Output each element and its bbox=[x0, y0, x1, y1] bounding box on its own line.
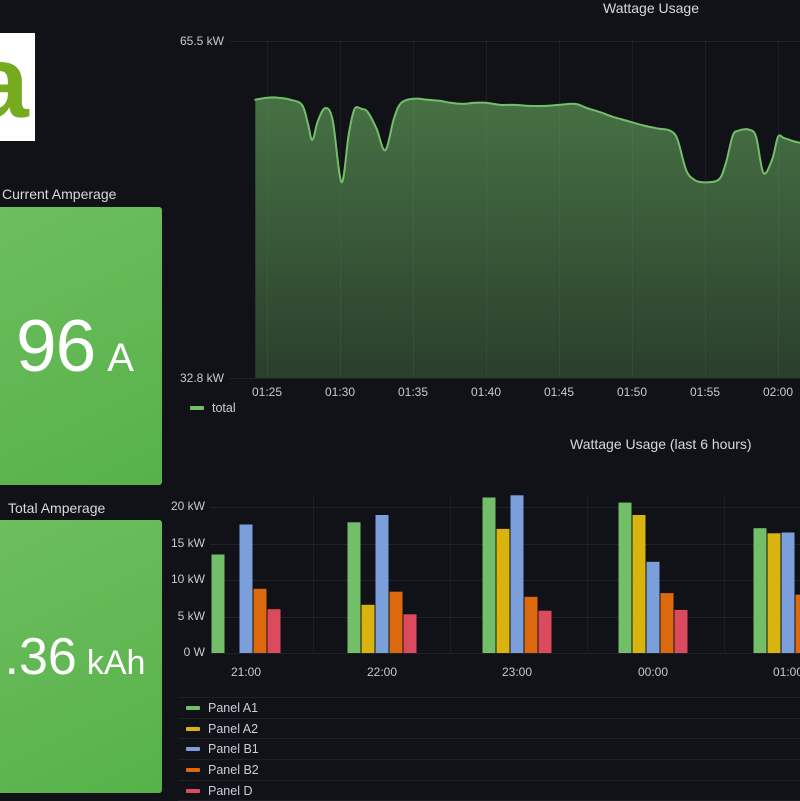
legend-item-panel-d[interactable]: Panel D bbox=[178, 780, 800, 801]
x-axis-label: 01:35 bbox=[391, 385, 435, 399]
bar-panel-b2-21:00[interactable] bbox=[254, 589, 267, 653]
stat-text: .36 kAh bbox=[5, 627, 146, 687]
dashboard: a Current Amperage 96 A Total Amperage .… bbox=[0, 0, 800, 800]
gridline-horizontal bbox=[230, 378, 800, 379]
legend-label: Panel A1 bbox=[208, 701, 258, 715]
area-fill-total bbox=[255, 97, 800, 378]
bar-panel-a1-21:00[interactable] bbox=[212, 555, 225, 654]
y-axis-label: 20 kW bbox=[150, 499, 205, 513]
bar-panel-b1-01:00[interactable] bbox=[782, 533, 795, 654]
bar-panel-a2-00:00[interactable] bbox=[633, 515, 646, 653]
legend-marker bbox=[186, 789, 200, 793]
legend-label: Panel A2 bbox=[208, 722, 258, 736]
legend-label: Panel B2 bbox=[208, 763, 259, 777]
bar-panel-b2-01:00[interactable] bbox=[796, 595, 800, 653]
panel-title-wattage-usage-6h[interactable]: Wattage Usage (last 6 hours) bbox=[570, 436, 752, 452]
logo-letter: a bbox=[0, 33, 29, 133]
bar-chart-legend: Panel A1 Panel A2 Panel B1 Panel B2 Panel D bbox=[178, 697, 800, 801]
y-axis-label-max: 65.5 kW bbox=[178, 34, 224, 48]
x-axis-label: 00:00 bbox=[631, 665, 675, 679]
logo: a bbox=[0, 33, 35, 141]
bar-panel-d-22:00[interactable] bbox=[404, 614, 417, 653]
gridline-horizontal bbox=[210, 653, 800, 654]
legend-marker bbox=[186, 768, 200, 772]
x-axis-label: 01:45 bbox=[537, 385, 581, 399]
stat-panel-total-amperage: .36 kAh bbox=[0, 520, 162, 793]
bar-panel-a2-22:00[interactable] bbox=[362, 605, 375, 653]
bar-panel-d-23:00[interactable] bbox=[539, 611, 552, 653]
bar-panel-a1-00:00[interactable] bbox=[619, 503, 632, 653]
legend-item-panel-a1[interactable]: Panel A1 bbox=[178, 697, 800, 718]
legend-label-total: total bbox=[212, 401, 236, 415]
legend-label: Panel D bbox=[208, 784, 252, 798]
bar-panel-a1-23:00[interactable] bbox=[483, 498, 496, 654]
bar-panel-d-21:00[interactable] bbox=[268, 609, 281, 653]
x-axis-label: 22:00 bbox=[360, 665, 404, 679]
legend-label: Panel B1 bbox=[208, 742, 259, 756]
y-axis-label: 10 kW bbox=[150, 572, 205, 586]
y-axis-label-min: 32.8 kW bbox=[178, 371, 224, 385]
bar-panel-b2-22:00[interactable] bbox=[390, 592, 403, 653]
legend-item-panel-a2[interactable]: Panel A2 bbox=[178, 718, 800, 739]
bar-panel-a2-23:00[interactable] bbox=[497, 529, 510, 653]
stat-unit: A bbox=[107, 336, 134, 381]
bar-panel-b1-23:00[interactable] bbox=[511, 495, 524, 653]
stat-unit: kAh bbox=[87, 644, 146, 683]
legend-marker-total bbox=[190, 406, 204, 410]
bar-panel-b2-00:00[interactable] bbox=[661, 593, 674, 653]
legend-item-panel-b2[interactable]: Panel B2 bbox=[178, 759, 800, 780]
panel-title-total-amperage[interactable]: Total Amperage bbox=[8, 500, 105, 516]
panel-title-current-amperage[interactable]: Current Amperage bbox=[2, 186, 116, 202]
x-axis-label: 01:50 bbox=[610, 385, 654, 399]
bar-panel-a2-01:00[interactable] bbox=[768, 533, 781, 653]
y-axis-label: 5 kW bbox=[150, 609, 205, 623]
stat-panel-current-amperage: 96 A bbox=[0, 207, 162, 485]
x-axis-label: 02:00 bbox=[756, 385, 800, 399]
legend-marker bbox=[186, 727, 200, 731]
x-axis-label: 21:00 bbox=[224, 665, 268, 679]
stat-value: .36 bbox=[5, 627, 77, 687]
x-axis-label: 01:00 bbox=[766, 665, 800, 679]
legend-item-total[interactable]: total bbox=[190, 401, 236, 415]
wattage-usage-bar-chart[interactable] bbox=[210, 495, 800, 653]
legend-marker bbox=[186, 747, 200, 751]
bar-panel-a1-22:00[interactable] bbox=[348, 522, 361, 653]
legend-marker bbox=[186, 706, 200, 710]
bar-panel-d-00:00[interactable] bbox=[675, 610, 688, 653]
bar-panel-b1-22:00[interactable] bbox=[376, 515, 389, 653]
x-axis-label: 01:55 bbox=[683, 385, 727, 399]
y-axis-label: 0 W bbox=[150, 645, 205, 659]
bar-panel-b2-23:00[interactable] bbox=[525, 597, 538, 653]
x-axis-label: 01:25 bbox=[245, 385, 289, 399]
x-axis-label: 01:40 bbox=[464, 385, 508, 399]
wattage-usage-area-chart[interactable] bbox=[230, 41, 800, 378]
x-axis-label: 23:00 bbox=[495, 665, 539, 679]
bar-panel-b1-21:00[interactable] bbox=[240, 525, 253, 654]
stat-value: 96 bbox=[16, 305, 95, 388]
bar-panel-a1-01:00[interactable] bbox=[754, 528, 767, 653]
x-axis-label: 01:30 bbox=[318, 385, 362, 399]
legend-item-panel-b1[interactable]: Panel B1 bbox=[178, 738, 800, 759]
panel-title-wattage-usage[interactable]: Wattage Usage bbox=[603, 0, 699, 16]
y-axis-label: 15 kW bbox=[150, 536, 205, 550]
bar-panel-b1-00:00[interactable] bbox=[647, 562, 660, 653]
stat-text: 96 A bbox=[16, 305, 134, 388]
